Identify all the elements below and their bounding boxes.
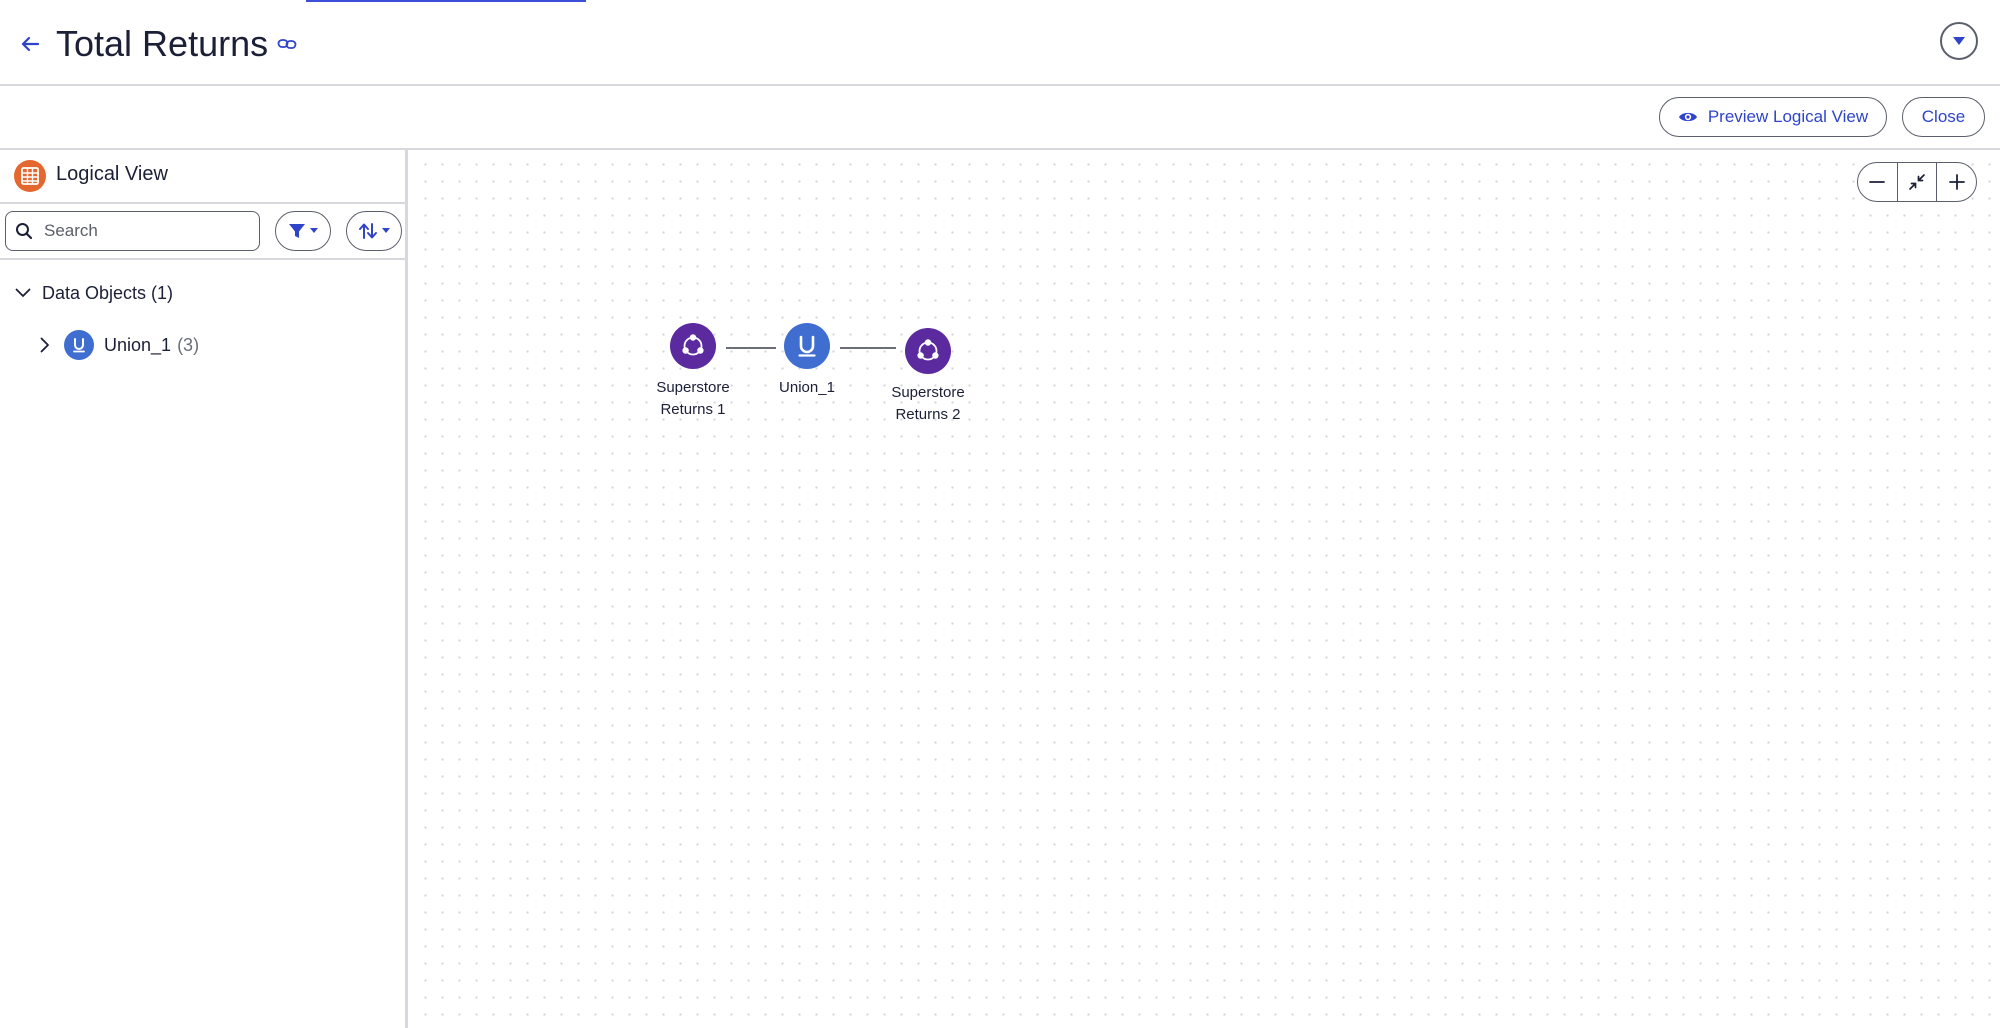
close-button[interactable]: Close (1902, 97, 1985, 137)
filter-button[interactable] (275, 211, 331, 251)
copy-link-button[interactable] (274, 32, 300, 56)
tree-item-count: (3) (177, 334, 200, 355)
node-label: Union_1 (779, 379, 835, 396)
header-menu-button[interactable] (1940, 22, 1978, 60)
dataset-icon (905, 328, 951, 374)
panel-header: Logical View (0, 150, 405, 204)
zoom-out-button[interactable] (1858, 163, 1897, 201)
chevron-down-icon (310, 228, 318, 233)
tree-group-label: Data Objects (1) (42, 282, 174, 303)
caret-down-icon (1953, 37, 1965, 45)
search-row (0, 204, 405, 260)
union-icon (784, 323, 830, 369)
link-icon (277, 39, 297, 49)
page-title: Total Returns (56, 23, 269, 64)
eye-icon (1678, 112, 1697, 122)
node-label: Superstore Returns 1 (656, 379, 730, 418)
flow-node-union-1[interactable]: Union_1 (752, 323, 862, 399)
collapse-icon (1909, 174, 1925, 190)
sort-icon (359, 223, 377, 239)
table-icon (14, 160, 46, 192)
chevron-down-icon (15, 288, 31, 297)
search-input[interactable] (42, 220, 246, 242)
action-toolbar: Preview Logical View Close (0, 86, 2000, 150)
page-header: Total Returns (0, 0, 2000, 86)
tree-group-data-objects[interactable]: Data Objects (1) (0, 272, 405, 314)
fit-view-button[interactable] (1896, 163, 1937, 201)
panel-title: Logical View (56, 163, 168, 185)
union-icon (64, 330, 94, 360)
arrow-left-icon (21, 36, 40, 52)
flow-canvas[interactable]: Superstore Returns 1 Union_1 Superstore … (411, 150, 2000, 1028)
preview-logical-view-button[interactable]: Preview Logical View (1659, 97, 1887, 137)
search-icon (16, 223, 33, 240)
preview-logical-view-label: Preview Logical View (1707, 107, 1869, 126)
zoom-in-button[interactable] (1936, 163, 1976, 201)
zoom-controls (1857, 162, 1977, 202)
sort-button[interactable] (346, 211, 402, 251)
plus-icon (1948, 174, 1965, 190)
back-button[interactable] (14, 28, 46, 60)
filter-icon (289, 224, 305, 238)
tree-item-union-1[interactable]: Union_1 (3) (0, 324, 405, 366)
search-box (5, 211, 260, 251)
flow-node-superstore-returns-1[interactable]: Superstore Returns 1 (638, 323, 748, 421)
flow-node-superstore-returns-2[interactable]: Superstore Returns 2 (873, 328, 983, 426)
tree-item-label: Union_1 (104, 334, 172, 355)
data-objects-tree: Data Objects (1) Union_1 (3) (0, 272, 405, 366)
left-panel: Logical View Search Data Objects (1) Uni… (0, 150, 408, 1028)
dataset-icon (670, 323, 716, 369)
chevron-down-icon (382, 228, 390, 233)
node-label: Superstore Returns 2 (891, 384, 965, 423)
chevron-right-icon (40, 337, 49, 353)
minus-icon (1869, 181, 1886, 183)
